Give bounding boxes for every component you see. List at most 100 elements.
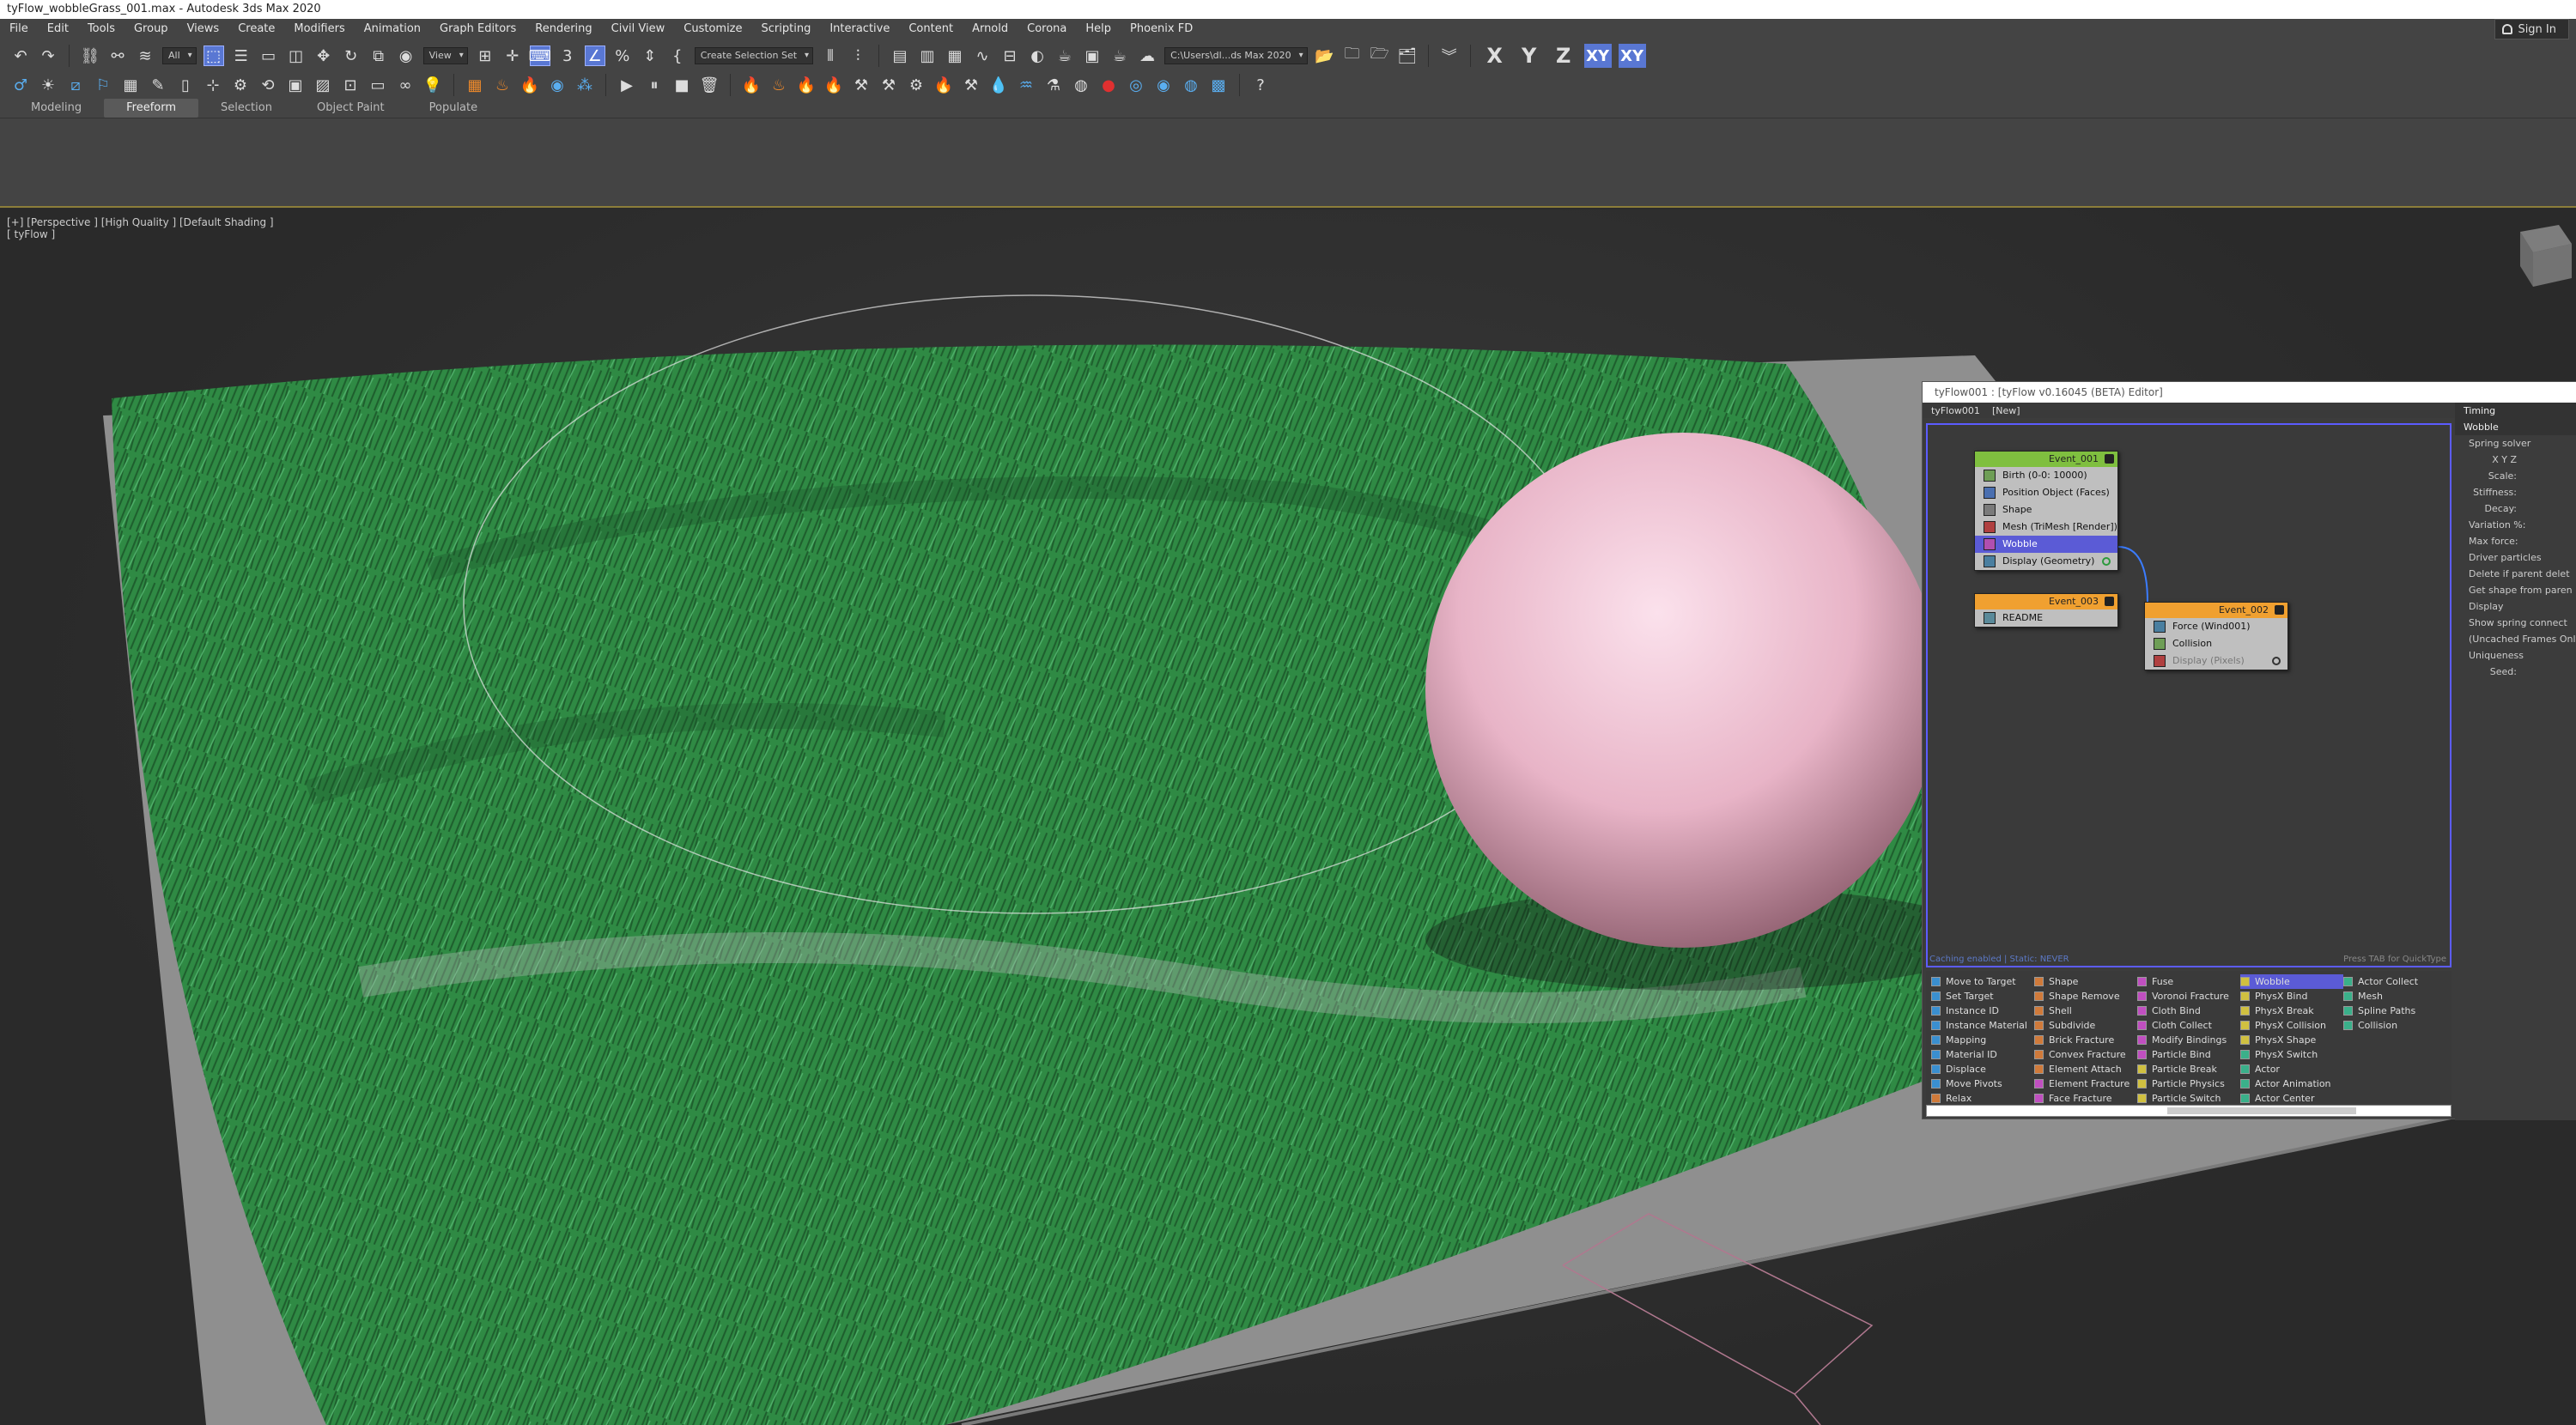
menu-file[interactable]: File bbox=[0, 19, 38, 39]
library-item-instance-material[interactable]: Instance Material bbox=[1931, 1018, 2034, 1033]
liquid-source-icon[interactable]: ♒ bbox=[1016, 75, 1036, 95]
library-item-move-to-target[interactable]: Move to Target bbox=[1931, 974, 2034, 989]
output-port[interactable] bbox=[2272, 657, 2281, 665]
sun-icon[interactable]: ☀ bbox=[38, 75, 58, 95]
viewport-label-text[interactable]: [+] [Perspective ] [High Quality ] [Defa… bbox=[7, 216, 274, 228]
sim-tool4-icon[interactable]: ⚒ bbox=[961, 75, 981, 95]
flow-canvas[interactable]: Event_001 Birth (0-0: 10000) Position Ob… bbox=[1926, 423, 2451, 967]
delete-parent-checkbox[interactable]: Delete if parent delet bbox=[2455, 566, 2576, 582]
rendered-frame-icon[interactable]: ▣ bbox=[1082, 45, 1103, 66]
event-002-header[interactable]: Event_002 bbox=[2145, 603, 2287, 618]
library-item-fuse[interactable]: Fuse bbox=[2137, 974, 2240, 989]
lock-icon[interactable] bbox=[2105, 597, 2114, 606]
object-icon[interactable]: ⧄ bbox=[65, 75, 86, 95]
library-item-shape-remove[interactable]: Shape Remove bbox=[2034, 989, 2137, 1004]
scale-icon[interactable]: ⧉ bbox=[368, 45, 389, 66]
library-item-physx-break[interactable]: PhysX Break bbox=[2240, 1004, 2343, 1018]
spinner-snap-icon[interactable]: ⇕ bbox=[640, 45, 660, 66]
variation-field[interactable]: Variation %: bbox=[2455, 517, 2576, 533]
stiffness-field[interactable]: Stiffness: bbox=[2455, 484, 2576, 500]
axis-y-button[interactable]: Y bbox=[1516, 44, 1543, 68]
delete-icon[interactable]: 🗑 bbox=[699, 75, 720, 95]
output-port[interactable] bbox=[2102, 557, 2111, 566]
liquid-icon[interactable]: 💧 bbox=[988, 75, 1009, 95]
redo-icon[interactable]: ↷ bbox=[38, 45, 58, 66]
phone-icon[interactable]: ▯ bbox=[175, 75, 196, 95]
sign-in-button[interactable]: Sign In bbox=[2494, 19, 2569, 39]
project-new-icon[interactable]: 🗀 bbox=[1342, 45, 1363, 66]
sim-tool3-icon[interactable]: ⚙ bbox=[906, 75, 927, 95]
box-select-icon[interactable]: ▨ bbox=[313, 75, 333, 95]
tab-freeform[interactable]: Freeform bbox=[104, 98, 199, 118]
project-folder-dropdown[interactable]: C:\Users\dl...ds Max 2020 bbox=[1164, 47, 1308, 64]
place-icon[interactable]: ◉ bbox=[396, 45, 416, 66]
op-force[interactable]: Force (Wind001) bbox=[2145, 618, 2287, 635]
library-item-mesh[interactable]: Mesh bbox=[2343, 989, 2446, 1004]
menu-scripting[interactable]: Scripting bbox=[752, 19, 821, 39]
library-item-displace[interactable]: Displace bbox=[1931, 1062, 2034, 1076]
ref-coord-dropdown[interactable]: View bbox=[422, 47, 468, 64]
decay-field[interactable]: Decay: bbox=[2455, 500, 2576, 517]
project-settings-icon[interactable]: 🗂 bbox=[1397, 45, 1418, 66]
help-icon[interactable]: ? bbox=[1250, 75, 1271, 95]
op-readme[interactable]: README bbox=[1975, 609, 2117, 627]
library-item-shape[interactable]: Shape bbox=[2034, 974, 2137, 989]
project-set-icon[interactable]: 🗁 bbox=[1370, 45, 1390, 66]
render-production-icon[interactable]: ☕ bbox=[1109, 45, 1130, 66]
light-icon[interactable]: ♂ bbox=[10, 75, 31, 95]
selection-set-dropdown[interactable]: Create Selection Set bbox=[694, 47, 814, 64]
grid-icon[interactable]: ▦ bbox=[120, 75, 141, 95]
record-icon[interactable]: ● bbox=[1098, 75, 1119, 95]
menu-modifiers[interactable]: Modifiers bbox=[284, 19, 354, 39]
cycle-icon[interactable]: ⟲ bbox=[258, 75, 278, 95]
axis-radio-group[interactable]: X Y Z bbox=[2455, 452, 2576, 468]
select-manipulate-icon[interactable]: ✛ bbox=[502, 45, 523, 66]
menu-graph-editors[interactable]: Graph Editors bbox=[430, 19, 526, 39]
infinity-icon[interactable]: ∞ bbox=[395, 75, 416, 95]
window-crossing-icon[interactable]: ◫ bbox=[286, 45, 307, 66]
menu-help[interactable]: Help bbox=[1076, 19, 1121, 39]
pivot-icon[interactable]: ⊞ bbox=[475, 45, 495, 66]
edit-named-sets-icon[interactable]: { bbox=[667, 45, 688, 66]
max-force-field[interactable]: Max force: bbox=[2455, 533, 2576, 549]
library-item-face-fracture[interactable]: Face Fracture bbox=[2034, 1091, 2137, 1106]
bind-space-warp-icon[interactable]: ≋ bbox=[135, 45, 155, 66]
menu-tools[interactable]: Tools bbox=[78, 19, 125, 39]
fire-sim4-icon[interactable]: 🔥 bbox=[933, 75, 954, 95]
angle-snap-icon[interactable]: ∠ bbox=[584, 45, 605, 66]
rect-selection-icon[interactable]: ▭ bbox=[258, 45, 279, 66]
rotate-icon[interactable]: ↻ bbox=[341, 45, 361, 66]
library-item-particle-physics[interactable]: Particle Physics bbox=[2137, 1076, 2240, 1091]
keyboard-shortcut-icon[interactable]: ⌨ bbox=[529, 45, 551, 66]
tab-new[interactable]: [New] bbox=[1992, 405, 2020, 416]
globe-icon[interactable]: ◍ bbox=[1181, 75, 1201, 95]
menu-edit[interactable]: Edit bbox=[38, 19, 78, 39]
layer-explorer-icon[interactable]: ▥ bbox=[917, 45, 938, 66]
op-wobble[interactable]: Wobble bbox=[1975, 536, 2117, 553]
axis-xy-button[interactable]: XY bbox=[1583, 44, 1612, 68]
library-item-relax[interactable]: Relax bbox=[1931, 1091, 2034, 1106]
box-icon[interactable]: ▣ bbox=[285, 75, 306, 95]
menu-corona[interactable]: Corona bbox=[1018, 19, 1076, 39]
event-003[interactable]: Event_003 README bbox=[1974, 593, 2118, 628]
library-item-particle-bind[interactable]: Particle Bind bbox=[2137, 1047, 2240, 1062]
library-item-voronoi-fracture[interactable]: Voronoi Fracture bbox=[2137, 989, 2240, 1004]
fire-source2-icon[interactable]: ♨ bbox=[769, 75, 789, 95]
library-item-wobble[interactable]: Wobble bbox=[2240, 974, 2343, 989]
menu-rendering[interactable]: Rendering bbox=[526, 19, 601, 39]
tab-modeling[interactable]: Modeling bbox=[9, 99, 104, 118]
select-object-icon[interactable]: ⬚ bbox=[203, 45, 224, 66]
fire-source-icon[interactable]: ♨ bbox=[492, 75, 513, 95]
library-scrollbar[interactable] bbox=[1926, 1105, 2451, 1117]
menu-animation[interactable]: Animation bbox=[355, 19, 430, 39]
library-item-move-pivots[interactable]: Move Pivots bbox=[1931, 1076, 2034, 1091]
library-item-element-fracture[interactable]: Element Fracture bbox=[2034, 1076, 2137, 1091]
camera-icon[interactable]: ◎ bbox=[1126, 75, 1146, 95]
menu-phoenix-fd[interactable]: Phoenix FD bbox=[1121, 19, 1202, 39]
axis-xy-plane-button[interactable]: XY bbox=[1618, 44, 1646, 68]
fire-sim2-icon[interactable]: 🔥 bbox=[796, 75, 817, 95]
library-item-spline-paths[interactable]: Spline Paths bbox=[2343, 1004, 2446, 1018]
viewport-label[interactable]: [+] [Perspective ] [High Quality ] [Defa… bbox=[7, 216, 274, 240]
library-item-modify-bindings[interactable]: Modify Bindings bbox=[2137, 1033, 2240, 1047]
bulb-icon[interactable]: 💡 bbox=[422, 75, 443, 95]
